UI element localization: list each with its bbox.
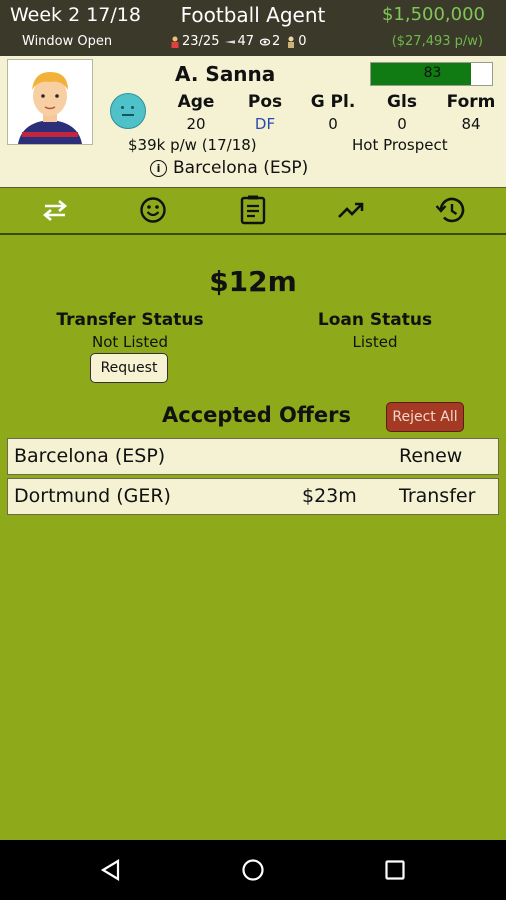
client-icon (171, 36, 179, 48)
request-button[interactable]: Request (90, 353, 168, 383)
transfer-status-value: Not Listed (91, 333, 169, 351)
trophies-stat: 0 (286, 34, 307, 49)
status-badge: Hot Prospect (352, 136, 448, 154)
club-row[interactable]: i Barcelona (ESP) (150, 158, 308, 178)
player-value: $12m (209, 265, 297, 298)
games-played-header: G Pl. (310, 92, 356, 112)
balance-value: $1,500,000 (381, 4, 485, 25)
wage-text: $39k p/w (17/18) (128, 136, 257, 154)
age-value: 20 (186, 115, 206, 133)
offer-fee: $23m (302, 485, 357, 507)
loan-status-value: Listed (352, 333, 398, 351)
scouts-stat: 47 (225, 34, 254, 49)
mood-indicator-icon (110, 93, 146, 129)
history-icon (435, 197, 465, 223)
document-icon (240, 195, 266, 225)
weekly-income: ($27,493 p/w) (391, 34, 483, 49)
clients-stat: 23/25 (170, 34, 219, 49)
eye-icon (260, 37, 271, 46)
tab-contract[interactable] (236, 193, 270, 227)
back-icon[interactable] (100, 859, 122, 881)
transfer-status-label: Transfer Status (56, 310, 204, 330)
player-card: A. Sanna 83 Age Pos G Pl. Gls Form 20 DF… (0, 56, 506, 188)
plane-icon (225, 39, 236, 44)
agency-stats: 23/25 47 2 0 (170, 34, 313, 49)
top-status-bar: Week 2 17/18 Football Agent $1,500,000 W… (0, 0, 506, 56)
offer-type: Renew (399, 445, 463, 467)
swap-arrows-icon (42, 200, 68, 221)
goals-header: Gls (387, 92, 417, 112)
transfer-panel: $12m Transfer Status Not Listed Request … (0, 235, 506, 840)
pos-value: DF (254, 115, 276, 133)
reject-all-button[interactable]: Reject All (386, 402, 464, 432)
games-played-value: 0 (328, 115, 338, 133)
clients-count: 23/25 (182, 34, 220, 49)
offer-club: Barcelona (ESP) (14, 445, 166, 467)
offer-type: Transfer (399, 485, 476, 507)
accepted-offers-title: Accepted Offers (162, 403, 352, 427)
player-name: A. Sanna (175, 62, 276, 86)
window-status: Window Open (22, 34, 113, 49)
offer-row[interactable]: Barcelona (ESP) Renew (7, 438, 499, 475)
tab-stats[interactable] (334, 193, 368, 227)
tab-transfer[interactable] (38, 193, 72, 227)
trophies-count: 0 (298, 34, 307, 49)
person-icon (288, 36, 295, 48)
system-nav-bar (0, 840, 506, 900)
home-icon[interactable] (242, 859, 264, 881)
trending-up-icon (338, 202, 364, 218)
offer-club: Dortmund (GER) (14, 485, 171, 507)
rating-bar: 83 (370, 62, 493, 86)
pos-header: Pos (247, 92, 283, 112)
player-portrait-icon (8, 60, 92, 144)
goals-value: 0 (397, 115, 407, 133)
form-value: 84 (461, 115, 481, 133)
tab-history[interactable] (433, 193, 467, 227)
loan-status-label: Loan Status (317, 310, 433, 330)
club-name: Barcelona (ESP) (173, 158, 309, 178)
tab-mood[interactable] (136, 193, 170, 227)
scouts-count: 47 (237, 34, 255, 49)
form-header: Form (446, 92, 496, 112)
offer-row[interactable]: Dortmund (GER) $23m Transfer (7, 478, 499, 515)
rating-value: 83 (423, 65, 442, 81)
views-count: 2 (272, 34, 281, 49)
info-icon[interactable]: i (150, 159, 167, 177)
player-avatar[interactable] (7, 59, 93, 145)
views-stat: 2 (260, 34, 280, 49)
age-header: Age (177, 92, 215, 112)
smiley-icon (140, 197, 166, 223)
recents-icon[interactable] (385, 860, 405, 880)
tab-bar (0, 188, 506, 235)
